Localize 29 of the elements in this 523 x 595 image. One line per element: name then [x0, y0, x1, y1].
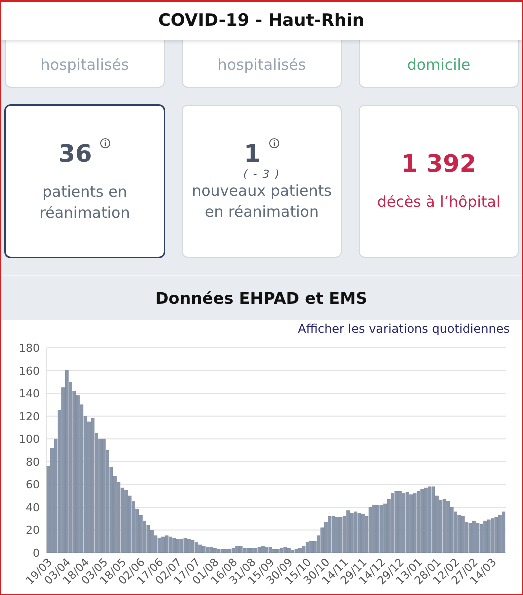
stat-label: hospitalisés	[40, 54, 130, 76]
stat-card[interactable]: 36 patients en réanimation	[5, 105, 165, 258]
axis-label: 60	[26, 478, 40, 492]
axis-label: 0	[33, 547, 40, 560]
stat-label: patients en réanimation	[38, 182, 132, 224]
page-title: COVID-19 - Haut-Rhin	[158, 11, 365, 31]
stat-label: hospitalisés	[218, 54, 306, 76]
axis-label: 160	[19, 364, 40, 378]
info-icon[interactable]	[100, 138, 112, 148]
axis-label: 20	[26, 524, 40, 538]
axis-label: 80	[26, 456, 40, 469]
axis-label: 140	[19, 388, 40, 401]
stat-card[interactable]: domicile	[359, 40, 519, 88]
info-icon[interactable]	[268, 138, 280, 149]
stat-value: 36	[58, 140, 92, 168]
axis-label: 100	[19, 433, 40, 446]
axis-label: 120	[19, 410, 40, 424]
stat-card[interactable]: 1 392 décès à l’hôpital	[359, 105, 519, 258]
stat-label: domicile	[407, 54, 471, 76]
stat-value: 1 392	[401, 150, 477, 178]
stat-value: 1	[244, 140, 261, 168]
stat-label: décès à l’hôpital	[377, 192, 501, 213]
stat-variation: ( - 3 )	[243, 168, 281, 181]
variations-link[interactable]: Afficher les variations quotidiennes	[298, 322, 510, 336]
axis-label: 180	[19, 342, 40, 355]
axis-label: 40	[26, 501, 40, 514]
stat-label: nouveaux patients en réanimation	[191, 181, 333, 223]
section-title: Données EHPAD et EMS	[155, 288, 368, 308]
stat-card[interactable]: 1 ( - 3 ) nouveaux patients en réanimation	[182, 105, 342, 258]
